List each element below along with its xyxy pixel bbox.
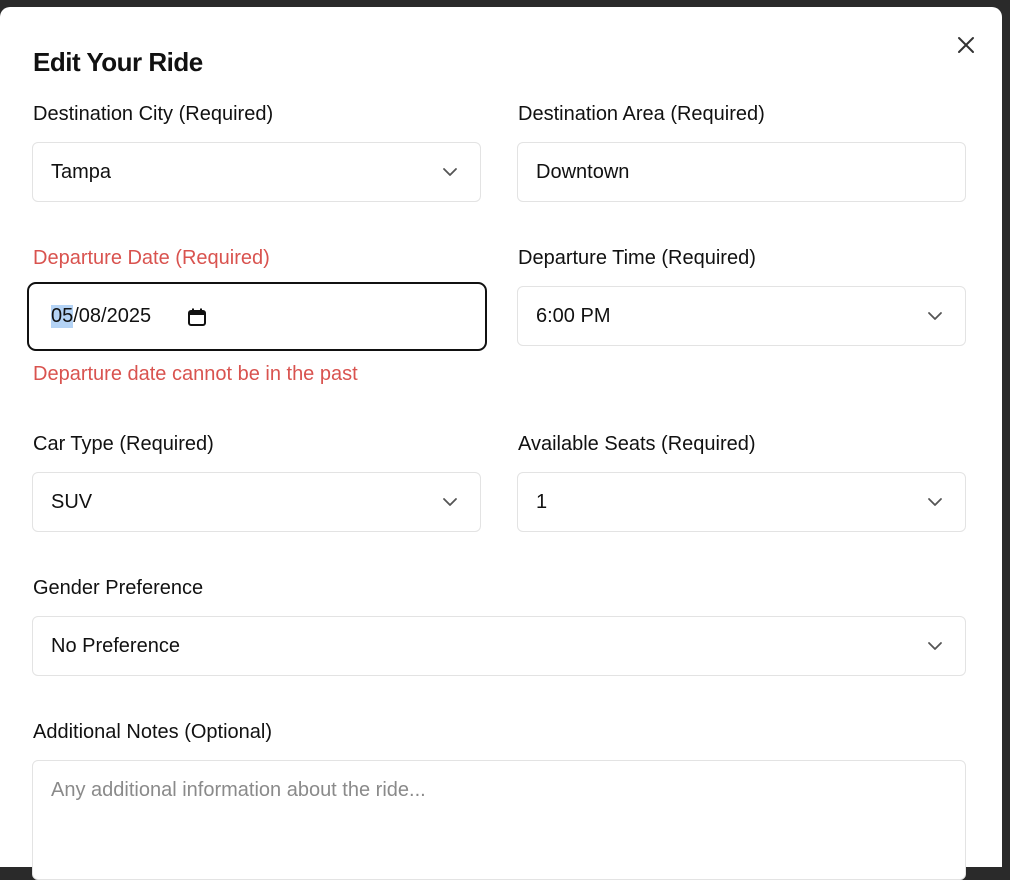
departure-date-label: Departure Date (Required) <box>33 247 270 269</box>
additional-notes-textarea[interactable]: Any additional information about the rid… <box>32 760 966 880</box>
chevron-down-icon <box>928 312 942 320</box>
chevron-down-icon <box>443 168 457 176</box>
close-button[interactable] <box>952 31 980 59</box>
available-seats-select[interactable]: 1 <box>517 472 966 532</box>
destination-city-select[interactable]: Tampa <box>32 142 481 202</box>
departure-time-select[interactable]: 6:00 PM <box>517 286 966 346</box>
chevron-down-icon <box>928 642 942 650</box>
departure-date-rest[interactable]: /08/2025 <box>73 305 151 328</box>
departure-time-value: 6:00 PM <box>536 304 611 327</box>
chevron-down-icon <box>443 498 457 506</box>
chevron-down-icon <box>928 498 942 506</box>
edit-ride-modal: Edit Your Ride Destination City (Require… <box>0 7 1002 880</box>
modal-title: Edit Your Ride <box>33 47 203 77</box>
departure-date-input[interactable]: 05/08/2025 <box>27 282 487 351</box>
calendar-icon[interactable] <box>187 307 207 327</box>
destination-city-label: Destination City (Required) <box>33 103 274 125</box>
car-type-value: SUV <box>51 490 93 513</box>
gender-preference-value: No Preference <box>51 634 180 657</box>
available-seats-value: 1 <box>536 490 548 513</box>
departure-date-month[interactable]: 05 <box>51 305 74 328</box>
destination-area-input[interactable]: Downtown <box>517 142 966 202</box>
departure-date-error: Departure date cannot be in the past <box>33 363 358 385</box>
destination-area-value: Downtown <box>536 160 630 183</box>
car-type-select[interactable]: SUV <box>32 472 481 532</box>
destination-area-label: Destination Area (Required) <box>518 103 765 125</box>
additional-notes-placeholder: Any additional information about the rid… <box>51 779 426 801</box>
car-type-label: Car Type (Required) <box>33 433 214 455</box>
gender-preference-label: Gender Preference <box>33 577 204 599</box>
additional-notes-label: Additional Notes (Optional) <box>33 721 273 743</box>
destination-city-value: Tampa <box>51 160 112 183</box>
gender-preference-select[interactable]: No Preference <box>32 616 966 676</box>
close-icon <box>958 37 974 53</box>
departure-time-label: Departure Time (Required) <box>518 247 756 269</box>
available-seats-label: Available Seats (Required) <box>518 433 756 455</box>
